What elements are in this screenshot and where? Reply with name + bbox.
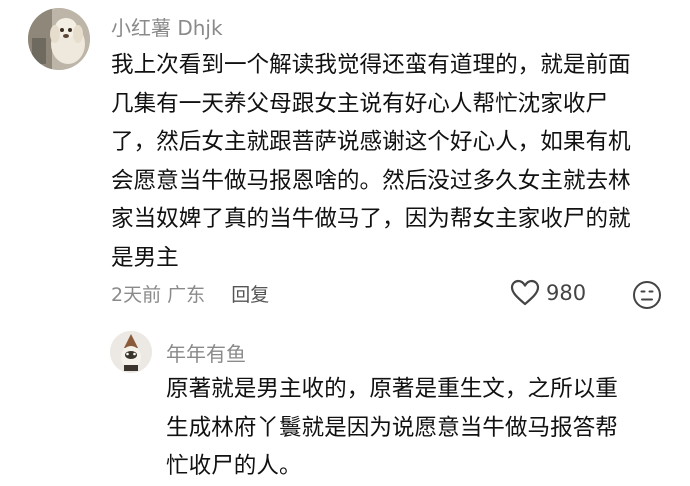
heart-outline-icon	[510, 279, 540, 306]
reply-text: 原著就是男主收的，原著是重生文，之所以重 生成林府丫鬟就是因为说愿意当牛做马报答…	[166, 370, 666, 486]
reply-username[interactable]: 年年有鱼	[166, 338, 246, 367]
reply-text-line: 原著就是男主收的，原著是重生文，之所以重	[166, 376, 618, 402]
reply-button[interactable]: 回复	[231, 284, 269, 306]
user-avatar[interactable]	[28, 8, 90, 70]
cat-avatar	[110, 331, 152, 373]
comment-text: 我上次看到一个解读我觉得还蛮有道理的，就是前面 几集有一天养父母跟女主说有好心人…	[111, 46, 666, 277]
reply-text-line: 忙收尸的人。	[166, 453, 302, 479]
like-button[interactable]: 980	[510, 279, 586, 307]
reply-user-avatar[interactable]	[110, 331, 152, 373]
comment-meta: 2天前 广东 回复	[111, 280, 269, 307]
comment-time: 2天前	[111, 284, 162, 306]
comment-username[interactable]: 小红薯 Dhjk	[111, 12, 223, 41]
comment-text-line: 我上次看到一个解读我觉得还蛮有道理的，就是前面	[111, 52, 631, 78]
comment-text-line: 了，然后女主就跟菩萨说感谢这个好心人，如果有机	[111, 129, 631, 155]
comment-text-line: 几集有一天养父母跟女主说有好心人帮忙沈家收尸	[111, 90, 609, 117]
reply-text-line: 生成林府丫鬟就是因为说愿意当牛做马报答帮	[166, 414, 618, 441]
poodle-dog-avatar	[28, 8, 90, 70]
emoji-reaction-button[interactable]	[632, 280, 662, 314]
comment-text-line: 家当奴婢了真的当牛做马了，因为帮女主家收尸的就	[111, 206, 631, 232]
smiley-face-icon	[633, 281, 661, 309]
comment-location: 广东	[167, 284, 206, 306]
comment-text-line: 会愿意当牛做马报恩啥的。然后没过多久女主就去林	[111, 167, 631, 194]
comment-text-line: 是男主	[111, 244, 179, 271]
like-count: 980	[546, 281, 587, 305]
